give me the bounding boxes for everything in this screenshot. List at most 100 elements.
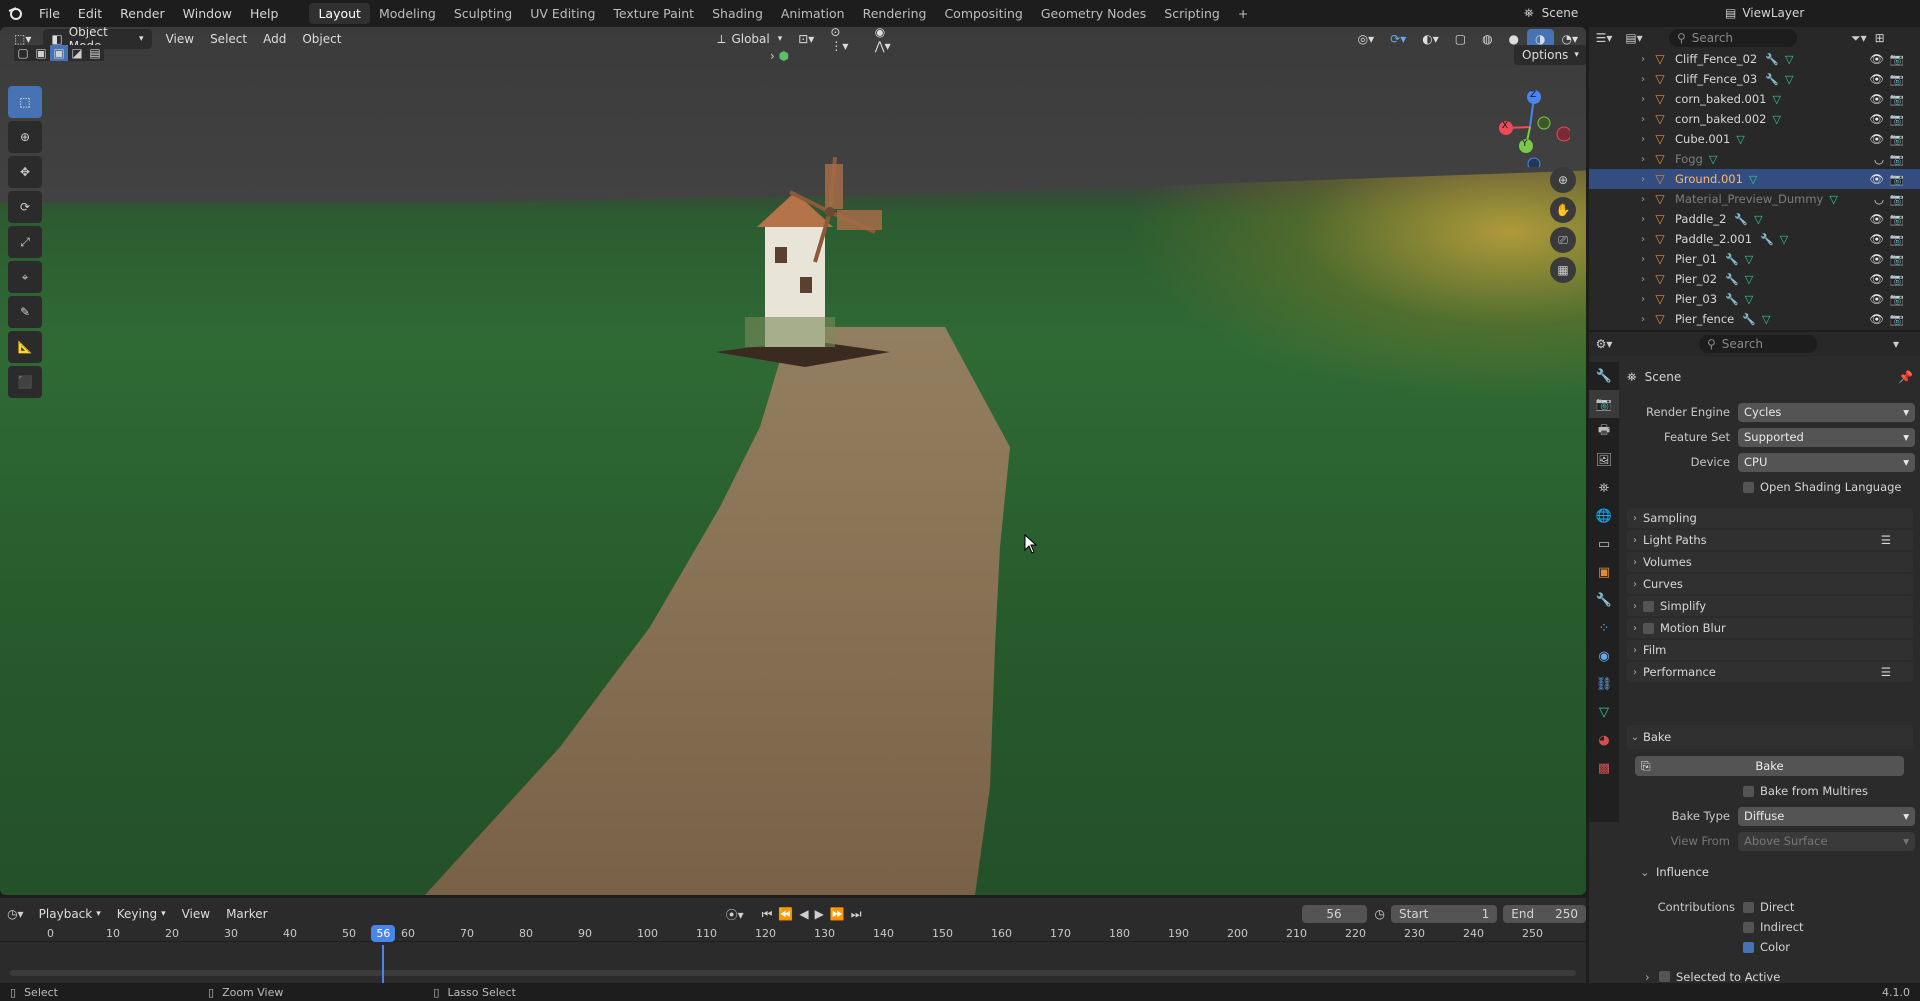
outliner-row[interactable]: › ▽ Pier_01 🔧 ▽ 👁 📷 bbox=[1589, 249, 1920, 269]
view-layer-tab-icon[interactable]: 🖼 bbox=[1589, 446, 1619, 474]
zoom-icon[interactable]: ⊕ bbox=[1550, 167, 1576, 193]
panel-motion-blur[interactable]: › Motion Blur bbox=[1627, 618, 1913, 638]
select-intersect-icon[interactable]: ▤ bbox=[86, 45, 104, 61]
particles-tab-icon[interactable]: ⁘ bbox=[1589, 614, 1619, 642]
render-camera-icon[interactable]: 📷 bbox=[1890, 192, 1904, 206]
tab-modeling[interactable]: Modeling bbox=[370, 3, 445, 24]
prev-keyframe-icon[interactable]: ⏪ bbox=[778, 907, 793, 921]
render-engine-dropdown[interactable]: Cycles ▾ bbox=[1738, 402, 1915, 422]
expand-arrow-icon[interactable]: › bbox=[1635, 94, 1651, 105]
feature-set-dropdown[interactable]: Supported ▾ bbox=[1738, 427, 1915, 447]
tab-sculpting[interactable]: Sculpting bbox=[445, 3, 521, 24]
rotate-tool-icon[interactable]: ⟳ bbox=[8, 191, 42, 223]
outliner-row[interactable]: › ▽ Cliff_Fence_03 🔧 ▽ 👁 📷 bbox=[1589, 69, 1920, 89]
outliner-row[interactable]: › ▽ Cube.001 ▽ 👁 📷 bbox=[1589, 129, 1920, 149]
expand-arrow-icon[interactable]: › bbox=[1635, 74, 1651, 85]
properties-editor-type-icon[interactable]: ⚙▾ bbox=[1589, 337, 1619, 351]
panel-bake[interactable]: ⌄ Bake bbox=[1627, 725, 1913, 749]
outliner-row[interactable]: ›▽Plane.002▽👁📷 bbox=[1589, 329, 1920, 330]
modifier-tab-icon[interactable]: 🔧 bbox=[1589, 586, 1619, 614]
outliner-search-input[interactable]: ⚲ Search bbox=[1669, 29, 1797, 47]
visibility-eye-icon[interactable]: 👁 bbox=[1869, 212, 1884, 226]
shading-wireframe-icon[interactable]: ◍ bbox=[1474, 29, 1500, 49]
texture-tab-icon[interactable]: ▩ bbox=[1589, 754, 1619, 782]
menu-select[interactable]: Select bbox=[202, 29, 255, 49]
playhead-line[interactable] bbox=[382, 945, 385, 983]
render-camera-icon[interactable]: 📷 bbox=[1890, 212, 1904, 226]
new-collection-icon[interactable]: ⊞ bbox=[1875, 31, 1885, 45]
menu-help[interactable]: Help bbox=[241, 6, 288, 21]
outliner-row[interactable]: › ▽ Pier_fence 🔧 ▽ 👁 📷 bbox=[1589, 309, 1920, 329]
filter-icon[interactable]: ⏷▾ bbox=[1851, 31, 1867, 46]
expand-arrow-icon[interactable]: › bbox=[1635, 274, 1651, 285]
world-tab-icon[interactable]: 🌐 bbox=[1589, 502, 1619, 530]
output-tab-icon[interactable]: 🖶 bbox=[1589, 418, 1619, 446]
render-camera-icon[interactable]: 📷 bbox=[1890, 312, 1904, 326]
visibility-eye-icon[interactable]: 👁 bbox=[1869, 72, 1884, 86]
selected-to-active-subpanel[interactable]: › Selected to Active bbox=[1645, 970, 1780, 983]
ortho-grid-icon[interactable]: ▦ bbox=[1550, 257, 1576, 283]
select-new-icon[interactable]: ▢ bbox=[14, 45, 32, 61]
playhead-frame-indicator[interactable]: 56 bbox=[371, 925, 396, 942]
render-tab-icon[interactable]: 📷 bbox=[1589, 390, 1619, 418]
outliner-row[interactable]: › ▽ corn_baked.002 ▽ 👁 📷 bbox=[1589, 109, 1920, 129]
menu-playback[interactable]: Playback ▾ bbox=[31, 904, 109, 924]
render-camera-icon[interactable]: 📷 bbox=[1890, 232, 1904, 246]
expand-arrow-icon[interactable]: › bbox=[1635, 214, 1651, 225]
tab-compositing[interactable]: Compositing bbox=[935, 3, 1031, 24]
material-tab-icon[interactable]: ◕ bbox=[1589, 726, 1619, 754]
use-preview-range-icon[interactable]: ◷ bbox=[1375, 907, 1385, 921]
timeline-editor[interactable]: ◷▾ Playback ▾ Keying ▾ View Marker ⦿▾ ⏮ ⏪ … bbox=[0, 898, 1586, 983]
panel-simplify[interactable]: › Simplify bbox=[1627, 596, 1913, 616]
menu-object[interactable]: Object bbox=[294, 29, 349, 49]
expand-arrow-icon[interactable]: › bbox=[1635, 234, 1651, 245]
expand-arrow-icon[interactable]: › bbox=[1635, 174, 1651, 185]
annotate-tool-icon[interactable]: ✎ bbox=[8, 296, 42, 328]
pin-icon[interactable]: 📌 bbox=[1898, 370, 1913, 384]
timeline-editor-type-icon[interactable]: ◷▾ bbox=[0, 907, 31, 921]
properties-search-input[interactable]: ⚲ Search bbox=[1699, 335, 1817, 353]
direct-checkbox[interactable] bbox=[1743, 901, 1754, 913]
motion-blur-checkbox[interactable] bbox=[1643, 622, 1654, 634]
render-camera-icon[interactable]: 📷 bbox=[1890, 272, 1904, 286]
play-reverse-icon[interactable]: ◀ bbox=[799, 907, 808, 921]
3d-viewport[interactable]: ⬚▾ ◧ Object Mode ▾ View Select Add Objec… bbox=[0, 27, 1586, 895]
outliner-row[interactable]: › ▽ Ground.001 ▽ 👁 📷 bbox=[1589, 169, 1920, 189]
tab-layout[interactable]: Layout bbox=[309, 2, 370, 24]
tab-geometry-nodes[interactable]: Geometry Nodes bbox=[1032, 3, 1155, 24]
select-extend-icon[interactable]: ▣ bbox=[32, 45, 50, 61]
selected-to-active-checkbox[interactable] bbox=[1659, 971, 1670, 982]
panel-film[interactable]: › Film bbox=[1627, 640, 1913, 660]
end-frame-field[interactable]: End 250 bbox=[1503, 905, 1586, 923]
blender-logo-icon[interactable] bbox=[0, 5, 30, 21]
visibility-eye-icon[interactable]: 👁 bbox=[1869, 312, 1884, 326]
play-icon[interactable]: ▶ bbox=[815, 907, 824, 921]
object-tab-icon[interactable]: ▣ bbox=[1589, 558, 1619, 586]
select-invert-icon[interactable]: ◪ bbox=[68, 45, 86, 61]
scene-selector[interactable]: ⛯ Scene bbox=[1524, 3, 1578, 23]
scale-tool-icon[interactable]: ⤢ bbox=[8, 226, 42, 258]
menu-marker[interactable]: Marker bbox=[218, 904, 275, 924]
timeline-scrollbar[interactable] bbox=[10, 970, 1576, 976]
outliner-row[interactable]: › ▽ Pier_02 🔧 ▽ 👁 📷 bbox=[1589, 269, 1920, 289]
camera-view-icon[interactable]: ⎚ bbox=[1550, 227, 1576, 253]
indirect-checkbox[interactable] bbox=[1743, 921, 1754, 933]
select-box-tool-icon[interactable]: ⬚ bbox=[8, 86, 42, 118]
expand-arrow-icon[interactable]: › bbox=[1635, 134, 1651, 145]
expand-arrow-icon[interactable]: › bbox=[1635, 254, 1651, 265]
expand-arrow-icon[interactable]: › bbox=[1635, 114, 1651, 125]
outliner-editor-type-icon[interactable]: ☰▾ bbox=[1589, 31, 1619, 45]
pivot-point-icon[interactable]: ⊡▾ bbox=[790, 29, 822, 49]
presets-list-icon[interactable]: ☰ bbox=[1881, 533, 1891, 547]
render-camera-icon[interactable]: 📷 bbox=[1890, 292, 1904, 306]
render-camera-icon[interactable]: 📷 bbox=[1890, 112, 1904, 126]
outliner-row[interactable]: › ▽ Material_Preview_Dummy ▽ ◡ 📷 bbox=[1589, 189, 1920, 209]
visibility-eye-icon[interactable]: 👁 bbox=[1869, 112, 1884, 126]
render-camera-icon[interactable]: 📷 bbox=[1890, 152, 1904, 166]
outliner-row[interactable]: › ▽ Paddle_2 🔧 ▽ 👁 📷 bbox=[1589, 209, 1920, 229]
visibility-eye-icon[interactable]: 👁 bbox=[1869, 232, 1884, 246]
menu-window[interactable]: Window bbox=[174, 6, 241, 21]
panel-performance[interactable]: › Performance ☰ bbox=[1627, 662, 1913, 682]
tab-uv-editing[interactable]: UV Editing bbox=[521, 3, 604, 24]
select-subtract-icon[interactable]: ▣ bbox=[50, 45, 68, 61]
